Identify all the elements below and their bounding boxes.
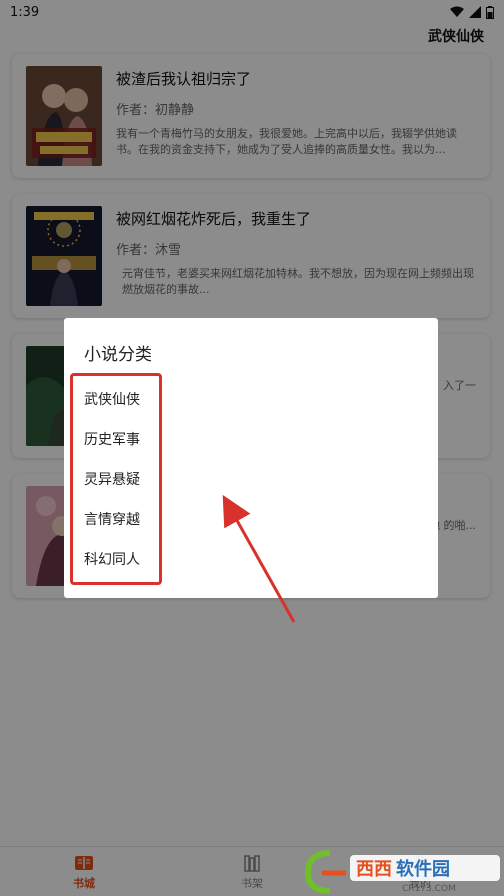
svg-text:软件园: 软件园 xyxy=(396,858,450,880)
svg-text:CR173.COM: CR173.COM xyxy=(402,884,456,894)
annotation-arrow xyxy=(222,494,296,623)
watermark-logo: 西西 软件园 CR173.COM xyxy=(302,846,504,896)
svg-text:西西: 西西 xyxy=(356,859,392,880)
